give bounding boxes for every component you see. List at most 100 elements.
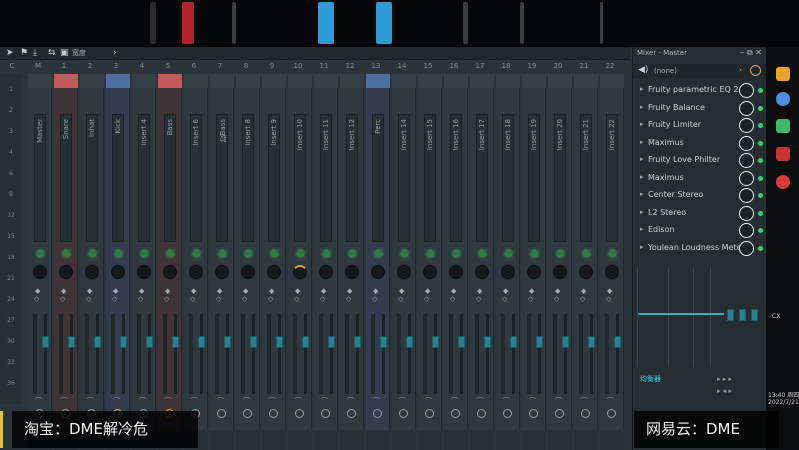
- swap-icon[interactable]: ◇: [320, 295, 325, 303]
- pan-knob[interactable]: [293, 265, 307, 279]
- pan-knob[interactable]: [137, 265, 151, 279]
- stereo-icon[interactable]: ◆: [503, 287, 508, 295]
- pan-knob[interactable]: [345, 265, 359, 279]
- route-button[interactable]: [607, 409, 616, 418]
- slot-enable-led[interactable]: [758, 88, 763, 93]
- track-header[interactable]: [444, 74, 468, 88]
- swap-icon[interactable]: ◇: [606, 295, 611, 303]
- chevron-right-icon[interactable]: ▸: [640, 138, 644, 146]
- track-header[interactable]: [210, 74, 234, 88]
- stereo-icon[interactable]: ◆: [165, 287, 170, 295]
- volume-fader[interactable]: [614, 336, 621, 348]
- mixer-track[interactable]: Insert 4 ◆ ◇ ⌒: [132, 74, 156, 450]
- track-header[interactable]: [496, 74, 520, 88]
- track-name-box[interactable]: Inhat: [86, 114, 98, 242]
- link-icon[interactable]: ⇆: [48, 48, 56, 58]
- stereo-icon[interactable]: ◆: [347, 287, 352, 295]
- route-button[interactable]: [269, 409, 278, 418]
- stereo-icon[interactable]: ◆: [477, 287, 482, 295]
- track-header[interactable]: [340, 74, 364, 88]
- route-button[interactable]: [555, 409, 564, 418]
- stereo-icon[interactable]: ◆: [373, 287, 378, 295]
- track-name-box[interactable]: Insert 19: [528, 114, 540, 242]
- stereo-icon[interactable]: ◆: [61, 287, 66, 295]
- download-icon[interactable]: ⤓: [33, 48, 37, 58]
- track-name-box[interactable]: Insert 21: [580, 114, 592, 242]
- volume-fader[interactable]: [536, 336, 543, 348]
- pan-knob[interactable]: [267, 265, 281, 279]
- volume-fader[interactable]: [94, 336, 101, 348]
- pan-knob[interactable]: [553, 265, 567, 279]
- window-controls[interactable]: ‒ ⧉ ✕: [739, 48, 762, 58]
- mixer-track[interactable]: Insert 17 ◆ ◇ ⌒: [470, 74, 494, 450]
- preset-row[interactable]: ◀) (none) ›: [633, 64, 767, 78]
- track-enable-led[interactable]: [219, 250, 226, 257]
- track-header[interactable]: [314, 74, 338, 88]
- track-header[interactable]: [262, 74, 286, 88]
- volume-fader[interactable]: [406, 336, 413, 348]
- mixer-track[interactable]: Insert 16 ◆ ◇ ⌒: [444, 74, 468, 450]
- slot-mix-knob[interactable]: [739, 153, 754, 168]
- master-fader[interactable]: [739, 309, 746, 321]
- track-header[interactable]: [236, 74, 260, 88]
- stereo-icon[interactable]: ◆: [243, 287, 248, 295]
- track-header[interactable]: [158, 74, 182, 88]
- track-enable-led[interactable]: [583, 250, 590, 257]
- track-name-box[interactable]: Insert 22: [606, 114, 618, 242]
- track-enable-led[interactable]: [37, 250, 44, 257]
- mixer-track[interactable]: Kick ◆ ◇ ⌒: [106, 74, 130, 450]
- track-name-box[interactable]: Insert 16: [450, 114, 462, 242]
- slot-enable-led[interactable]: [758, 123, 763, 128]
- volume-fader[interactable]: [120, 336, 127, 348]
- route-button[interactable]: [347, 409, 356, 418]
- effect-slot[interactable]: ▸ Maximus: [633, 135, 767, 152]
- slot-mix-knob[interactable]: [739, 118, 754, 133]
- send-icon[interactable]: ⌒: [113, 396, 120, 406]
- pan-knob[interactable]: [163, 265, 177, 279]
- track-name-box[interactable]: Insert 15: [424, 114, 436, 242]
- slot-enable-led[interactable]: [758, 193, 763, 198]
- track-enable-led[interactable]: [167, 250, 174, 257]
- swap-icon[interactable]: ◇: [138, 295, 143, 303]
- pan-knob[interactable]: [319, 265, 333, 279]
- chevron-right-icon[interactable]: ▸: [640, 190, 644, 198]
- pan-knob[interactable]: [33, 265, 47, 279]
- track-header[interactable]: [548, 74, 572, 88]
- send-icon[interactable]: ⌒: [139, 396, 146, 406]
- mixer-track[interactable]: Insert 11 ◆ ◇ ⌒: [314, 74, 338, 450]
- track-header[interactable]: [600, 74, 624, 88]
- track-enable-led[interactable]: [245, 250, 252, 257]
- track-name-box[interactable]: Insert 14: [398, 114, 410, 242]
- track-header[interactable]: [470, 74, 494, 88]
- send-icon[interactable]: ⌒: [243, 396, 250, 406]
- chevron-right-icon[interactable]: ▸: [640, 225, 644, 233]
- send-icon[interactable]: ⌒: [451, 396, 458, 406]
- mixer-track[interactable]: Insert 14 ◆ ◇ ⌒: [392, 74, 416, 450]
- effect-slot[interactable]: ▸ Fruity Balance: [633, 100, 767, 117]
- send-icon[interactable]: ⌒: [581, 396, 588, 406]
- slot-mix-knob[interactable]: [739, 223, 754, 238]
- stereo-icon[interactable]: ◆: [87, 287, 92, 295]
- route-button[interactable]: [295, 409, 304, 418]
- volume-fader[interactable]: [250, 336, 257, 348]
- send-icon[interactable]: ⌒: [555, 396, 562, 406]
- track-enable-led[interactable]: [453, 250, 460, 257]
- pan-knob[interactable]: [241, 265, 255, 279]
- track-header[interactable]: [132, 74, 156, 88]
- stereo-icon[interactable]: ◆: [425, 287, 430, 295]
- mixer-track[interactable]: Insert 15 ◆ ◇ ⌒: [418, 74, 442, 450]
- route-button[interactable]: [425, 409, 434, 418]
- effect-slot[interactable]: ▸ Fruity Limiter: [633, 117, 767, 134]
- stereo-icon[interactable]: ◆: [607, 287, 612, 295]
- swap-icon[interactable]: ◇: [268, 295, 273, 303]
- volume-fader[interactable]: [198, 336, 205, 348]
- track-name-box[interactable]: Insert 11: [320, 114, 332, 242]
- swap-icon[interactable]: ◇: [294, 295, 299, 303]
- stereo-icon[interactable]: ◆: [139, 287, 144, 295]
- route-button[interactable]: [529, 409, 538, 418]
- track-header[interactable]: [54, 74, 78, 88]
- route-button[interactable]: [399, 409, 408, 418]
- swap-icon[interactable]: ◇: [242, 295, 247, 303]
- track-name-box[interactable]: Insert 18: [502, 114, 514, 242]
- track-name-box[interactable]: Snare: [60, 114, 72, 242]
